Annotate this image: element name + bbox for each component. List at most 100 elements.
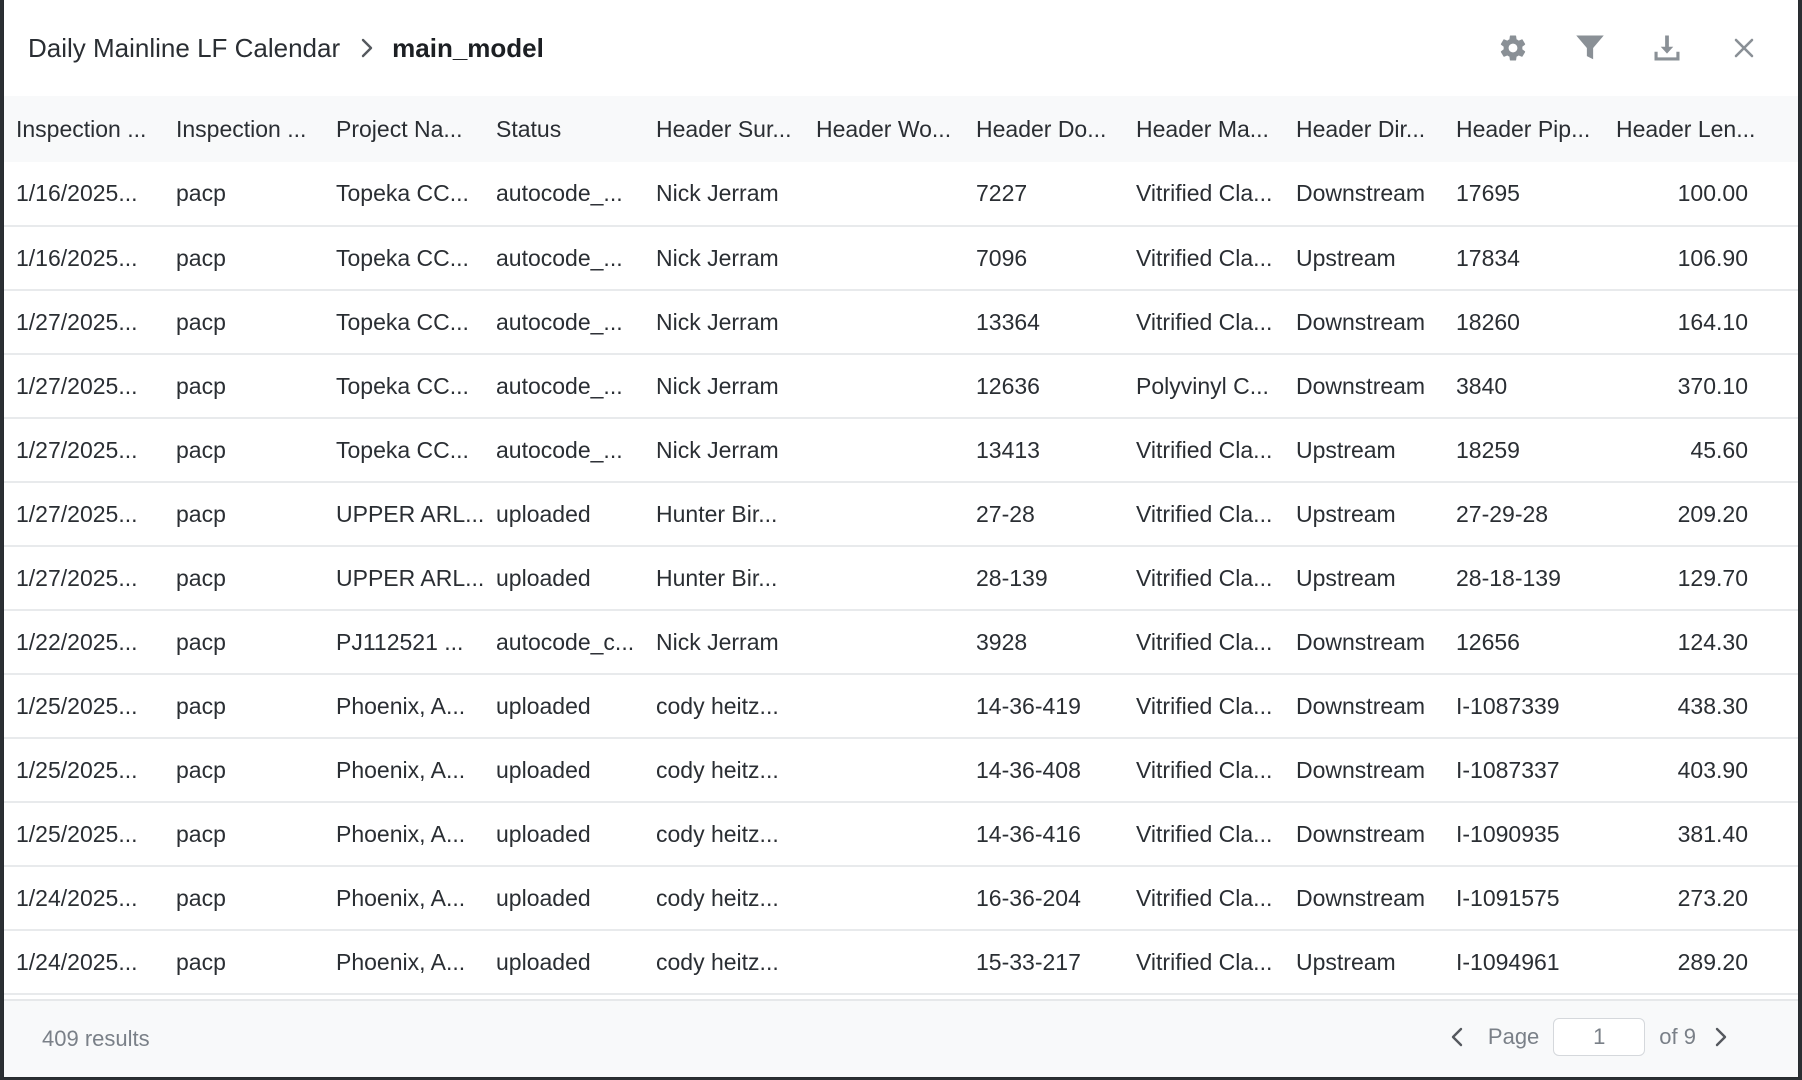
table-cell: 16-36-204 — [976, 884, 1081, 911]
table-cell: uploaded — [496, 948, 591, 975]
table-cell-overflow — [1764, 610, 1798, 674]
settings-button[interactable] — [1491, 26, 1535, 70]
table-cell: 1/24/2025... — [16, 884, 138, 911]
table-cell: UPPER ARL... — [336, 500, 484, 527]
table-row[interactable]: 1/25/2025... pacp Phoenix, A... uploaded cod… — [4, 802, 1798, 866]
table-cell: cody heitz... — [656, 756, 779, 783]
results-table-container[interactable]: Inspection ... Inspection ... Project Na… — [4, 96, 1798, 996]
table-cell: 3928 — [976, 628, 1028, 655]
table-cell: uploaded — [496, 500, 591, 527]
table-cell: cody heitz... — [656, 948, 779, 975]
download-button[interactable] — [1645, 26, 1689, 70]
table-row[interactable]: 1/16/2025... pacp Topeka CC... autocode_...… — [4, 162, 1798, 226]
table-cell: 164.10 — [1677, 308, 1748, 335]
column-header[interactable]: Header Len... — [1604, 96, 1764, 162]
table-cell: uploaded — [496, 564, 591, 591]
table-cell: 209.20 — [1677, 500, 1748, 527]
table-cell: Upstream — [1296, 564, 1396, 591]
table-cell-overflow — [1764, 866, 1798, 930]
table-cell: pacp — [176, 180, 226, 206]
table-row[interactable]: 1/27/2025... pacp Topeka CC... autocode_...… — [4, 354, 1798, 418]
table-cell: Hunter Bir... — [656, 500, 778, 527]
table-row[interactable]: 1/25/2025... pacp Phoenix, A... uploaded cod… — [4, 674, 1798, 738]
table-cell: Phoenix, A... — [336, 820, 466, 847]
table-cell-overflow — [1764, 290, 1798, 354]
table-cell: 27-28 — [976, 500, 1035, 527]
table-row[interactable]: 1/27/2025... pacp UPPER ARL... uploaded Hunt… — [4, 546, 1798, 610]
table-cell: 273.20 — [1677, 884, 1748, 911]
table-cell: I-1087337 — [1456, 756, 1560, 783]
table-row[interactable]: 1/27/2025... pacp UPPER ARL... uploaded Hunt… — [4, 482, 1798, 546]
column-header[interactable]: Inspection ... — [164, 96, 324, 162]
table-cell: pacp — [176, 436, 226, 463]
table-cell: Vitrified Cla... — [1136, 948, 1273, 975]
table-cell: Nick Jerram — [656, 372, 779, 399]
table-cell: 124.30 — [1677, 628, 1748, 655]
table-cell-overflow — [1764, 930, 1798, 994]
table-cell: Vitrified Cla... — [1136, 500, 1273, 527]
table-row[interactable]: 1/27/2025... pacp Topeka CC... autocode_...… — [4, 290, 1798, 354]
table-row[interactable]: 1/27/2025... pacp Topeka CC... autocode_...… — [4, 418, 1798, 482]
filter-button[interactable] — [1568, 26, 1612, 70]
column-header[interactable]: Header Ma... — [1124, 96, 1284, 162]
column-header[interactable]: Header Sur... — [644, 96, 804, 162]
table-cell: Vitrified Cla... — [1136, 308, 1273, 335]
table-cell: uploaded — [496, 884, 591, 911]
table-cell: pacp — [176, 372, 226, 399]
table-cell: PJ112521 ... — [336, 628, 464, 655]
table-cell: 1/16/2025... — [16, 180, 138, 206]
column-header[interactable]: Header Pip... — [1444, 96, 1604, 162]
table-cell: 13413 — [976, 436, 1040, 463]
table-cell: Vitrified Cla... — [1136, 692, 1273, 719]
previous-page-button[interactable] — [1442, 1017, 1472, 1057]
gear-icon — [1500, 35, 1526, 61]
table-cell — [804, 354, 964, 418]
table-cell: 1/27/2025... — [16, 372, 138, 399]
table-row[interactable]: 1/24/2025... pacp Phoenix, A... uploaded cod… — [4, 930, 1798, 994]
table-cell-overflow — [1764, 802, 1798, 866]
table-cell — [804, 738, 964, 802]
column-header[interactable]: Inspection ... — [4, 96, 164, 162]
table-cell: Downstream — [1296, 820, 1426, 847]
table-cell: I-1090935 — [1456, 820, 1560, 847]
table-cell: pacp — [176, 756, 226, 783]
close-button[interactable] — [1722, 26, 1766, 70]
breadcrumb-parent[interactable]: Daily Mainline LF Calendar — [28, 33, 340, 64]
table-cell: Upstream — [1296, 948, 1396, 975]
column-header[interactable]: Header Do... — [964, 96, 1124, 162]
table-cell: I-1094961 — [1456, 948, 1560, 975]
table-row[interactable]: 1/24/2025... pacp Phoenix, A... uploaded cod… — [4, 866, 1798, 930]
table-cell: Phoenix, A... — [336, 948, 466, 975]
table-row[interactable]: 1/16/2025... pacp Topeka CC... autocode_...… — [4, 226, 1798, 290]
column-header[interactable]: Header Wo... — [804, 96, 964, 162]
table-cell: 1/24/2025... — [16, 948, 138, 975]
table-cell: autocode_... — [496, 180, 623, 206]
table-cell: UPPER ARL... — [336, 564, 484, 591]
table-cell: 1/22/2025... — [16, 628, 138, 655]
table-cell — [804, 610, 964, 674]
table-row[interactable]: 1/22/2025... pacp PJ112521 ... autocode_c..… — [4, 610, 1798, 674]
page-number-input[interactable] — [1553, 1018, 1646, 1056]
table-cell: Polyvinyl C... — [1136, 372, 1269, 399]
table-cell — [804, 866, 964, 930]
column-header[interactable]: Status — [484, 96, 644, 162]
column-header[interactable]: Header Dir... — [1284, 96, 1444, 162]
table-row[interactable]: 1/25/2025... pacp Phoenix, A... uploaded cod… — [4, 738, 1798, 802]
page-total: of 9 — [1659, 1024, 1696, 1049]
table-cell: autocode_... — [496, 436, 623, 463]
table-cell: Upstream — [1296, 500, 1396, 527]
column-header[interactable]: Project Na... — [324, 96, 484, 162]
table-cell: 14-36-419 — [976, 692, 1081, 719]
close-icon — [1734, 38, 1754, 58]
table-cell: I-1091575 — [1456, 884, 1560, 911]
next-page-button[interactable] — [1706, 1017, 1736, 1057]
table-cell: uploaded — [496, 692, 591, 719]
table-cell: Vitrified Cla... — [1136, 628, 1273, 655]
table-cell: 1/25/2025... — [16, 692, 138, 719]
download-icon — [1654, 35, 1680, 61]
table-cell: 1/27/2025... — [16, 436, 138, 463]
breadcrumb-current: main_model — [392, 32, 544, 63]
table-cell: 3840 — [1456, 372, 1508, 399]
chevron-right-icon — [1715, 1027, 1727, 1047]
table-cell-overflow — [1764, 738, 1798, 802]
